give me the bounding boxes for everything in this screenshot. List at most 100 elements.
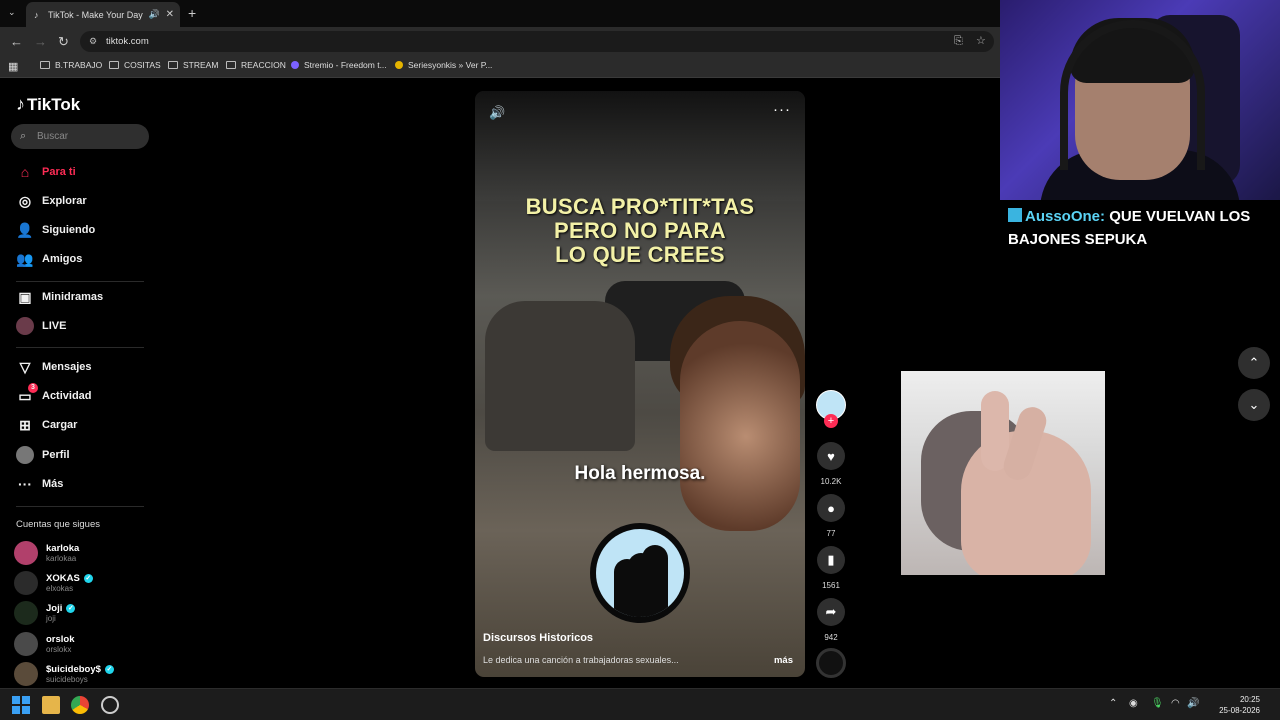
tiktok-note-icon: ♪	[16, 94, 25, 114]
address-bar[interactable]: ⚙ tiktok.com ⎘ ☆	[80, 31, 994, 52]
heart-icon: ♥	[827, 448, 835, 464]
nav-mas[interactable]: ··· Más	[16, 474, 63, 494]
tiktok-logo[interactable]: ♪ TikTok	[16, 94, 80, 115]
nav-amigos[interactable]: 👥 Amigos	[16, 249, 82, 269]
apps-grid-icon[interactable]: ▦	[8, 60, 18, 73]
file-explorer-icon[interactable]	[42, 696, 60, 714]
nav-live[interactable]: LIVE	[16, 316, 66, 336]
app-icon[interactable]	[101, 696, 119, 714]
install-app-icon[interactable]: ⎘	[954, 31, 963, 52]
followed-account[interactable]: $uicideboy$ ✓ suicideboys	[14, 661, 114, 687]
bookmark-link[interactable]: Seriesyonkis » Ver P...	[395, 60, 492, 70]
comment-button[interactable]: ●	[817, 494, 845, 522]
more-icon: ···	[18, 476, 32, 492]
volume-icon[interactable]: 🔊	[489, 105, 505, 121]
nav-actividad[interactable]: ▭ 3 Actividad	[16, 383, 92, 406]
home-icon: ⌂	[20, 164, 30, 180]
like-button[interactable]: ♥	[817, 442, 845, 470]
video-caption-top: BUSCA PRO*TIT*TAS PERO NO PARA LO QUE CR…	[525, 194, 755, 267]
bookmark-icon: ▮	[827, 552, 835, 567]
music-disc-icon[interactable]	[816, 648, 846, 678]
comment-count: 77	[826, 529, 836, 538]
stremio-icon	[291, 61, 299, 69]
previous-video-button[interactable]: ⌃	[1238, 347, 1270, 379]
next-video-button[interactable]: ⌄	[1238, 389, 1270, 421]
chat-username: AussoOne:	[1025, 208, 1106, 225]
tray-expand-icon[interactable]: ⌃	[1109, 698, 1117, 709]
reload-icon[interactable]: ↻	[58, 34, 69, 50]
chrome-icon[interactable]	[71, 696, 89, 714]
taskbar-clock[interactable]: 20:25 25-08-2026	[1200, 694, 1260, 716]
folder-icon	[168, 61, 178, 69]
new-tab-button[interactable]: +	[188, 5, 196, 21]
back-icon[interactable]: ←	[10, 34, 23, 49]
nav-explorar[interactable]: ◎ Explorar	[16, 191, 87, 211]
friends-icon: 👥	[16, 250, 34, 267]
following-icon: 👤	[16, 221, 34, 238]
video-player[interactable]: 🔊 ··· BUSCA PRO*TIT*TAS PERO NO PARA LO …	[475, 91, 805, 677]
video-frame-roof	[475, 91, 805, 201]
sidebar-divider	[16, 347, 144, 348]
tab-search-icon[interactable]: ⌄	[8, 7, 16, 18]
video-description: Le dedica una canción a trabajadoras sex…	[483, 655, 679, 665]
nav-perfil[interactable]: Perfil	[16, 445, 70, 465]
live-icon	[16, 317, 34, 335]
avatar	[14, 541, 38, 565]
folder-icon	[109, 61, 119, 69]
search-input[interactable]: ⌕ Buscar	[11, 124, 149, 149]
verified-icon: ✓	[104, 665, 114, 674]
avatar	[14, 632, 38, 656]
tab-close-icon[interactable]: ✕	[166, 9, 174, 20]
folder-icon	[40, 61, 50, 69]
tiktok-favicon-icon: ♪	[34, 9, 39, 20]
nav-para-ti[interactable]: ⌂ Para ti	[16, 162, 76, 182]
avatar	[14, 662, 38, 686]
follow-plus-icon[interactable]: +	[824, 414, 838, 428]
webcam-headset	[1060, 20, 1205, 170]
avatar	[14, 601, 38, 625]
nav-cargar[interactable]: ⊞ Cargar	[16, 415, 77, 435]
nav-minidramas[interactable]: ▣ Minidramas	[16, 287, 103, 307]
bookmarks-bar: ▦ B.TRABAJO COSITAS STREAM REACCION Stre…	[0, 56, 1000, 78]
silhouette	[642, 545, 668, 617]
search-icon: ⌕	[20, 130, 27, 142]
windows-start-icon[interactable]	[12, 696, 30, 714]
bookmark-folder[interactable]: REACCION	[226, 60, 286, 70]
wifi-icon[interactable]: ◠	[1171, 698, 1180, 709]
nav-mensajes[interactable]: ▽ Mensajes	[16, 357, 92, 377]
speaker-icon[interactable]: 🔊	[1187, 698, 1199, 709]
verified-icon: ✓	[83, 574, 93, 583]
verified-icon: ✓	[66, 604, 76, 613]
chat-badge-icon	[1008, 208, 1022, 222]
chevron-down-icon: ⌄	[1248, 397, 1260, 412]
followed-account[interactable]: Joji ✓ joji	[14, 600, 76, 626]
video-author[interactable]: Discursos Historicos	[483, 632, 593, 644]
bookmark-link[interactable]: Stremio - Freedom t...	[291, 60, 387, 70]
followed-account[interactable]: orslok orslokx	[14, 631, 75, 657]
discord-icon[interactable]: ◉	[1129, 698, 1138, 709]
bookmark-folder[interactable]: STREAM	[168, 60, 218, 70]
bookmark-star-icon[interactable]: ☆	[976, 31, 986, 52]
browser-tab[interactable]: ♪ TikTok - Make Your Day 🔊 ✕	[26, 2, 180, 27]
site-info-icon[interactable]: ⚙	[89, 31, 97, 52]
forward-icon[interactable]: →	[34, 34, 47, 49]
save-button[interactable]: ▮	[817, 546, 845, 574]
share-count: 942	[824, 633, 838, 642]
description-more-link[interactable]: más	[774, 655, 793, 666]
comment-icon: ●	[827, 500, 835, 516]
share-button[interactable]: ➦	[817, 598, 845, 626]
tab-audio-icon[interactable]: 🔊	[149, 9, 160, 20]
messages-icon: ▽	[19, 358, 31, 375]
video-options-icon[interactable]: ···	[773, 101, 791, 118]
microphone-icon[interactable]: 🎙	[1151, 698, 1164, 709]
activity-badge: 3	[28, 383, 38, 393]
followed-account[interactable]: karloka karlokaa	[14, 540, 79, 566]
share-icon: ➦	[825, 604, 837, 619]
bookmark-folder[interactable]: COSITAS	[109, 60, 161, 70]
tab-title: TikTok - Make Your Day	[48, 9, 143, 20]
bookmark-folder[interactable]: B.TRABAJO	[40, 60, 102, 70]
windows-taskbar: ⌃ ◉ 🎙 ◠ 🔊 20:25 25-08-2026	[0, 688, 1280, 720]
followed-account[interactable]: XOKAS ✓ elxokas	[14, 570, 93, 596]
avatar	[14, 571, 38, 595]
nav-siguiendo[interactable]: 👤 Siguiendo	[16, 220, 95, 240]
